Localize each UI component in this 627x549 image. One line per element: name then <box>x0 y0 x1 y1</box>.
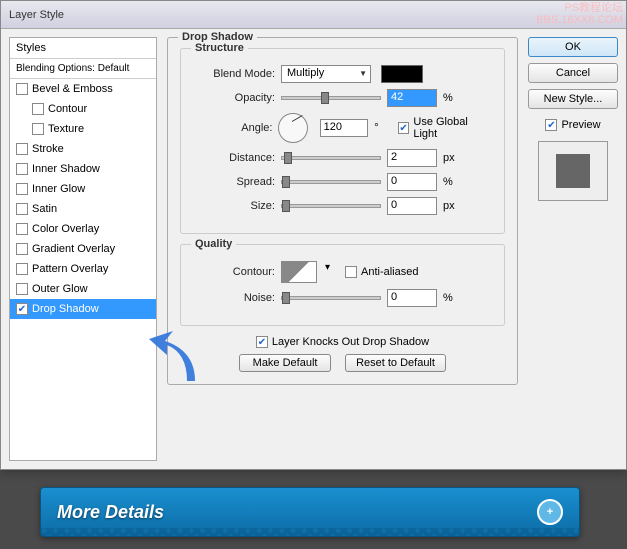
style-item-contour[interactable]: Contour <box>10 99 156 119</box>
ok-button[interactable]: OK <box>528 37 618 57</box>
watermark: PS教程论坛 BBS.16XX8.COM <box>536 2 623 26</box>
checkbox-icon[interactable] <box>16 83 28 95</box>
cancel-button[interactable]: Cancel <box>528 63 618 83</box>
drop-shadow-group: Drop Shadow Structure Blend Mode: Multip… <box>167 37 518 385</box>
use-global-light-checkbox[interactable]: Use Global Light <box>398 116 492 140</box>
style-item-drop-shadow[interactable]: Drop Shadow <box>10 299 156 319</box>
banner-decoration <box>41 528 579 536</box>
angle-input[interactable]: 120 <box>320 119 369 137</box>
style-item-outer-glow[interactable]: Outer Glow <box>10 279 156 299</box>
distance-unit: px <box>443 152 461 164</box>
noise-label: Noise: <box>193 292 275 304</box>
style-item-label: Inner Glow <box>32 183 85 195</box>
angle-label: Angle: <box>193 122 272 134</box>
make-default-button[interactable]: Make Default <box>239 354 331 372</box>
opacity-unit: % <box>443 92 461 104</box>
plus-icon[interactable]: + <box>537 499 563 525</box>
dialog-buttons: OK Cancel New Style... Preview <box>528 37 618 461</box>
style-item-label: Texture <box>48 123 84 135</box>
opacity-input[interactable]: 42 <box>387 89 437 107</box>
distance-label: Distance: <box>193 152 275 164</box>
style-item-inner-shadow[interactable]: Inner Shadow <box>10 159 156 179</box>
check-icon <box>256 336 268 348</box>
style-item-label: Bevel & Emboss <box>32 83 113 95</box>
effect-settings: Drop Shadow Structure Blend Mode: Multip… <box>167 37 518 461</box>
style-item-satin[interactable]: Satin <box>10 199 156 219</box>
distance-slider[interactable] <box>281 156 381 160</box>
style-item-stroke[interactable]: Stroke <box>10 139 156 159</box>
size-slider[interactable] <box>281 204 381 208</box>
reset-default-button[interactable]: Reset to Default <box>345 354 446 372</box>
style-item-label: Pattern Overlay <box>32 263 108 275</box>
style-item-label: Drop Shadow <box>32 303 99 315</box>
quality-group: Quality Contour: Anti-aliased Noise: 0 <box>180 244 505 326</box>
spread-slider[interactable] <box>281 180 381 184</box>
size-unit: px <box>443 200 461 212</box>
blend-mode-label: Blend Mode: <box>193 68 275 80</box>
contour-label: Contour: <box>193 266 275 278</box>
banner-text: More Details <box>57 502 164 523</box>
window-title: Layer Style <box>9 9 64 21</box>
more-details-banner[interactable]: More Details + <box>40 487 580 537</box>
checkbox-icon[interactable] <box>32 103 44 115</box>
style-item-label: Satin <box>32 203 57 215</box>
spread-unit: % <box>443 176 461 188</box>
opacity-label: Opacity: <box>193 92 275 104</box>
checkbox-icon[interactable] <box>32 123 44 135</box>
noise-slider[interactable] <box>281 296 381 300</box>
checkbox-icon[interactable] <box>16 303 28 315</box>
angle-unit: ° <box>374 122 391 134</box>
checkbox-icon[interactable] <box>16 143 28 155</box>
blend-mode-select[interactable]: Multiply <box>281 65 371 83</box>
preview-checkbox[interactable]: Preview <box>528 119 618 131</box>
size-input[interactable]: 0 <box>387 197 437 215</box>
style-item-label: Outer Glow <box>32 283 88 295</box>
style-item-gradient-overlay[interactable]: Gradient Overlay <box>10 239 156 259</box>
preview-box <box>538 141 608 201</box>
style-item-label: Gradient Overlay <box>32 243 115 255</box>
style-item-pattern-overlay[interactable]: Pattern Overlay <box>10 259 156 279</box>
checkbox-icon[interactable] <box>16 243 28 255</box>
style-item-label: Color Overlay <box>32 223 99 235</box>
noise-input[interactable]: 0 <box>387 289 437 307</box>
new-style-button[interactable]: New Style... <box>528 89 618 109</box>
layer-style-dialog: Layer Style Styles Blending Options: Def… <box>0 0 627 470</box>
style-item-label: Inner Shadow <box>32 163 100 175</box>
structure-legend: Structure <box>191 42 248 54</box>
style-item-color-overlay[interactable]: Color Overlay <box>10 219 156 239</box>
quality-legend: Quality <box>191 238 236 250</box>
check-icon <box>545 119 557 131</box>
checkbox-icon[interactable] <box>16 263 28 275</box>
checkbox-icon[interactable] <box>16 163 28 175</box>
style-item-bevel-emboss[interactable]: Bevel & Emboss <box>10 79 156 99</box>
preview-swatch <box>556 154 590 188</box>
check-icon <box>398 122 410 134</box>
structure-group: Structure Blend Mode: Multiply Opacity: … <box>180 48 505 234</box>
noise-unit: % <box>443 292 461 304</box>
opacity-slider[interactable] <box>281 96 381 100</box>
anti-aliased-checkbox[interactable]: Anti-aliased <box>345 266 418 278</box>
blending-options-default[interactable]: Blending Options: Default <box>10 59 156 79</box>
knocks-out-checkbox[interactable]: Layer Knocks Out Drop Shadow <box>256 336 429 348</box>
distance-input[interactable]: 2 <box>387 149 437 167</box>
style-item-texture[interactable]: Texture <box>10 119 156 139</box>
styles-panel: Styles Blending Options: Default Bevel &… <box>9 37 157 461</box>
checkbox-icon[interactable] <box>16 283 28 295</box>
angle-dial[interactable] <box>278 113 307 143</box>
contour-picker[interactable] <box>281 261 317 283</box>
checkbox-icon[interactable] <box>16 183 28 195</box>
style-item-label: Stroke <box>32 143 64 155</box>
titlebar[interactable]: Layer Style <box>1 1 626 29</box>
shadow-color-swatch[interactable] <box>381 65 423 83</box>
style-item-inner-glow[interactable]: Inner Glow <box>10 179 156 199</box>
check-icon <box>345 266 357 278</box>
checkbox-icon[interactable] <box>16 223 28 235</box>
size-label: Size: <box>193 200 275 212</box>
styles-header[interactable]: Styles <box>10 38 156 59</box>
style-item-label: Contour <box>48 103 87 115</box>
spread-input[interactable]: 0 <box>387 173 437 191</box>
checkbox-icon[interactable] <box>16 203 28 215</box>
spread-label: Spread: <box>193 176 275 188</box>
